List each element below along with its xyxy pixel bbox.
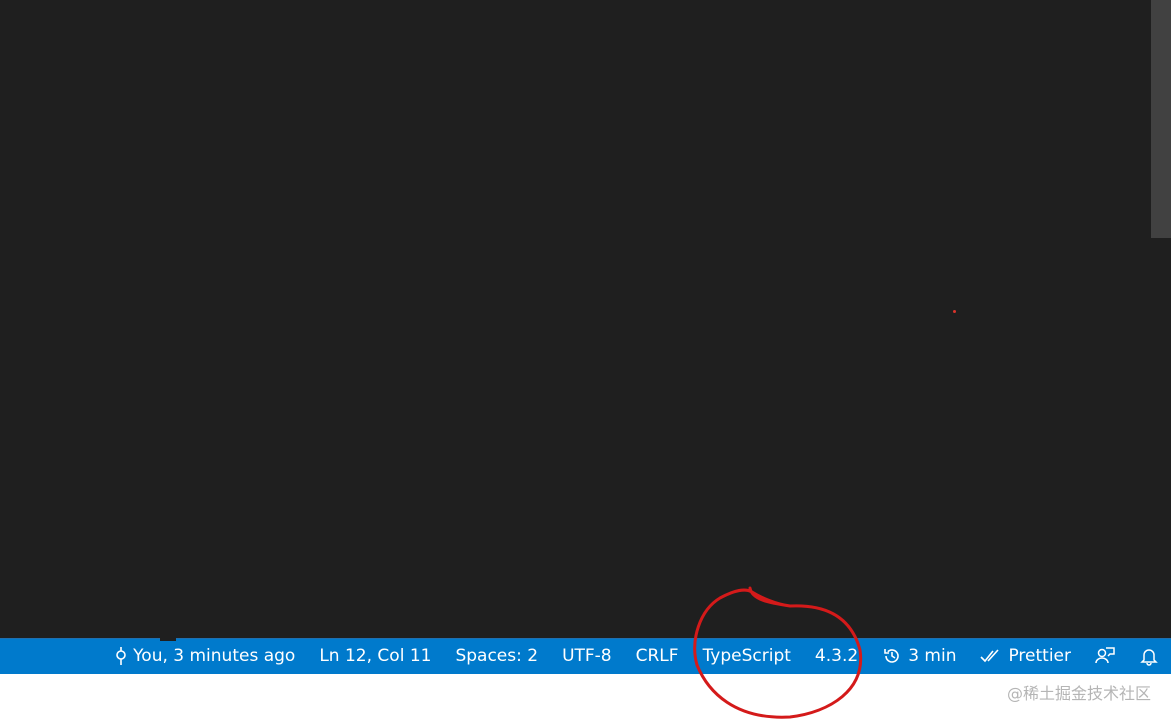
typescript-version-label: 4.3.2	[814, 646, 859, 666]
line-ending-label: CRLF	[635, 646, 679, 666]
bell-icon	[1139, 646, 1159, 666]
prettier-label: Prettier	[1008, 646, 1071, 666]
feedback-button[interactable]	[1083, 638, 1127, 674]
encoding-item[interactable]: UTF-8	[550, 638, 624, 674]
timer-item[interactable]: 3 min	[870, 638, 968, 674]
indentation-item[interactable]: Spaces: 2	[443, 638, 550, 674]
status-bar: You, 3 minutes ago Ln 12, Col 11 Spaces:…	[0, 638, 1171, 674]
git-commit-icon	[115, 646, 127, 666]
encoding-label: UTF-8	[562, 646, 612, 666]
status-bar-notch	[160, 638, 176, 641]
check-all-icon	[980, 646, 1002, 666]
cursor-position-item[interactable]: Ln 12, Col 11	[307, 638, 443, 674]
editor-area[interactable]	[0, 0, 1151, 638]
typescript-version-item[interactable]: 4.3.2	[803, 638, 870, 674]
cursor-position-label: Ln 12, Col 11	[319, 646, 432, 666]
watermark: @稀土掘金技术社区	[1006, 684, 1151, 703]
history-icon	[882, 646, 902, 666]
git-blame-item[interactable]: You, 3 minutes ago	[103, 638, 307, 674]
prettier-item[interactable]: Prettier	[968, 638, 1083, 674]
timer-label: 3 min	[908, 646, 957, 666]
language-mode-label: TypeScript	[702, 646, 791, 666]
notifications-button[interactable]	[1127, 638, 1171, 674]
line-ending-item[interactable]: CRLF	[624, 638, 691, 674]
red-dot-marker	[953, 310, 956, 313]
indentation-label: Spaces: 2	[455, 646, 539, 666]
language-mode-item[interactable]: TypeScript	[691, 638, 803, 674]
feedback-icon	[1095, 646, 1115, 666]
git-blame-label: You, 3 minutes ago	[133, 646, 296, 666]
vertical-scrollbar-thumb[interactable]	[1151, 0, 1171, 238]
